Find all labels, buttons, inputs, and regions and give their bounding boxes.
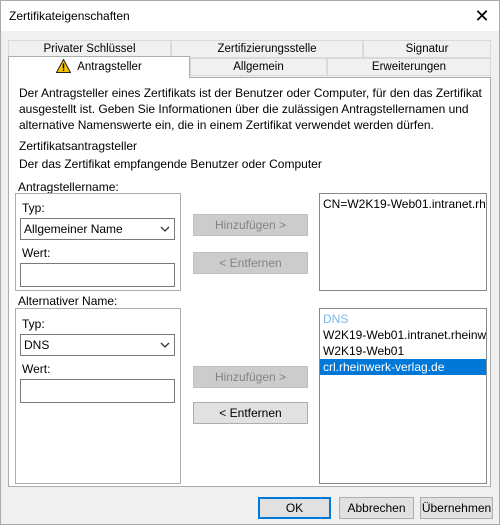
description-text: Der Antragsteller eines Zertifikats ist …	[19, 86, 482, 132]
dialog-window: Zertifikateigenschaften ✕ Privater Schlü…	[0, 0, 500, 525]
subject-add-button[interactable]: Hinzufügen >	[193, 214, 308, 236]
tab-extensions[interactable]: Erweiterungen	[327, 58, 491, 76]
tab-subject-label: Antragsteller	[77, 61, 142, 73]
subject-remove-button[interactable]: < Entfernen	[193, 252, 308, 274]
warning-icon	[56, 59, 72, 73]
list-item[interactable]: W2K19-Web01	[322, 343, 404, 359]
list-item-selected[interactable]: crl.rheinwerk-verlag.de	[320, 359, 486, 375]
ok-button[interactable]: OK	[258, 497, 331, 519]
alt-type-select[interactable]: DNS	[20, 334, 175, 356]
subject-value-input[interactable]	[20, 263, 175, 287]
alt-add-button[interactable]: Hinzufügen >	[193, 366, 308, 388]
section-subtitle: Der das Zertifikat empfangende Benutzer …	[19, 157, 322, 171]
alt-name-list[interactable]: DNS W2K19-Web01.intranet.rheinwerk-verla…	[319, 308, 487, 484]
tab-signature[interactable]: Signatur	[363, 40, 491, 58]
window-title: Zertifikateigenschaften	[9, 9, 130, 23]
subject-name-label: Antragstellername:	[18, 180, 119, 194]
alt-value-label: Wert:	[22, 362, 51, 376]
subject-value-label: Wert:	[22, 246, 51, 260]
alt-type-value: DNS	[24, 338, 50, 352]
title-bar: Zertifikateigenschaften ✕	[1, 1, 499, 31]
alt-type-label: Typ:	[22, 317, 45, 331]
list-item[interactable]: CN=W2K19-Web01.intranet.rheinwerk-verlag…	[322, 196, 486, 212]
list-item[interactable]: W2K19-Web01.intranet.rheinwerk-verlag.de	[322, 327, 486, 343]
chevron-down-icon	[160, 342, 170, 348]
tab-cert-authority[interactable]: Zertifizierungsstelle	[171, 40, 363, 58]
section-title: Zertifikatsantragsteller	[19, 139, 138, 153]
close-icon[interactable]: ✕	[469, 3, 495, 29]
list-group-header: DNS	[323, 312, 349, 326]
subject-type-select[interactable]: Allgemeiner Name	[20, 218, 175, 240]
cancel-button[interactable]: Abbrechen	[339, 497, 414, 519]
chevron-down-icon	[160, 226, 170, 232]
alt-remove-button[interactable]: < Entfernen	[193, 402, 308, 424]
tab-subject[interactable]: Antragsteller	[8, 56, 190, 78]
alt-value-input[interactable]	[20, 379, 175, 403]
subject-type-label: Typ:	[22, 201, 45, 215]
alt-name-label: Alternativer Name:	[18, 294, 118, 308]
tab-general[interactable]: Allgemein	[190, 58, 327, 76]
subject-name-list[interactable]: CN=W2K19-Web01.intranet.rheinwerk-verlag…	[319, 193, 487, 291]
apply-button[interactable]: Übernehmen	[420, 497, 493, 519]
subject-type-value: Allgemeiner Name	[24, 222, 123, 236]
